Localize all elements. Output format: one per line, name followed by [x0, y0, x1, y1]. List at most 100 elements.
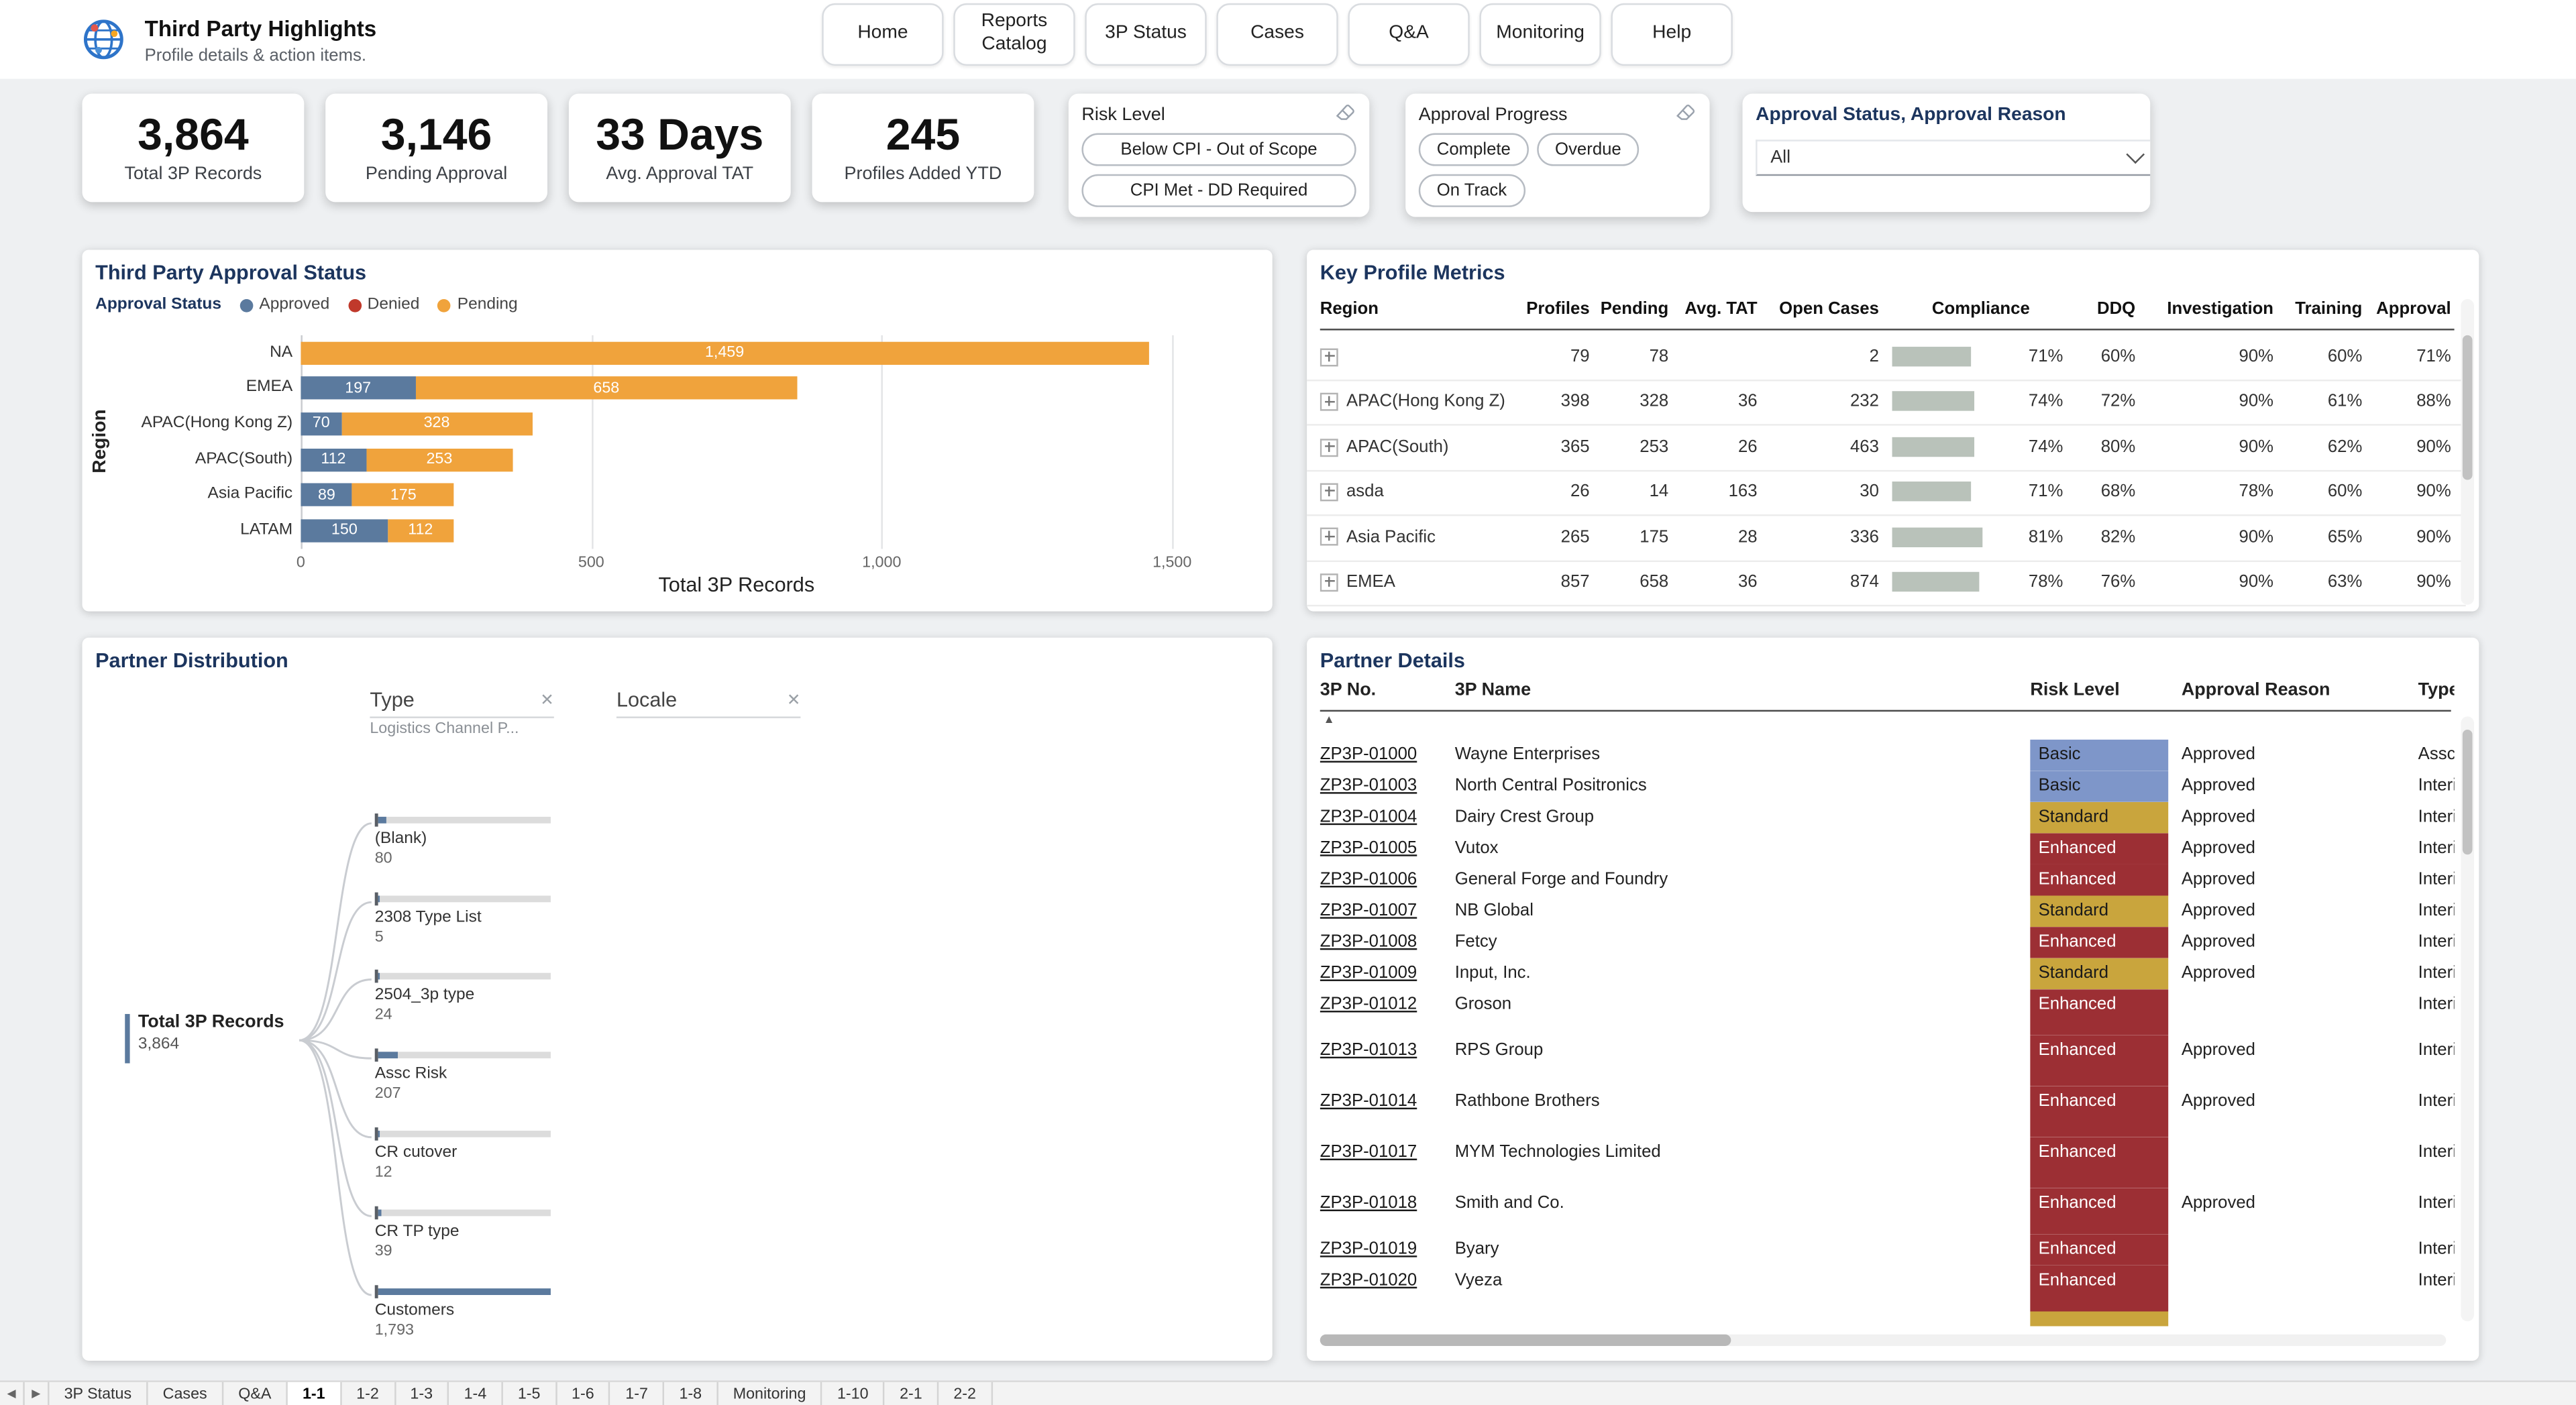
- tab-scroll-right-icon[interactable]: ▶: [25, 1382, 50, 1405]
- partner-id-link[interactable]: ZP3P-01007: [1320, 896, 1448, 920]
- risk-level-cell: Enhanced: [2030, 927, 2169, 958]
- bar-segment-pending[interactable]: 658: [415, 376, 798, 400]
- risk-level-cell: Standard: [2030, 958, 2169, 990]
- kpi-value: 33 Days: [596, 110, 764, 160]
- eraser-icon[interactable]: [1335, 100, 1356, 129]
- partner-id-link[interactable]: ZP3P-01003: [1320, 771, 1448, 795]
- filter-option-overdue[interactable]: Overdue: [1537, 133, 1640, 166]
- partner-id-link[interactable]: ZP3P-01009: [1320, 958, 1448, 982]
- cell-open_cases: 232: [1849, 392, 1879, 412]
- nav-button-q-a[interactable]: Q&A: [1348, 3, 1470, 66]
- expand-plus-icon[interactable]: [1320, 528, 1338, 547]
- bar-segment-pending[interactable]: 328: [341, 412, 533, 435]
- cell-investigation: 78%: [2239, 482, 2274, 502]
- partner-id-link[interactable]: ZP3P-01000: [1320, 740, 1448, 764]
- column-header-avg-tat[interactable]: Avg. TAT: [1675, 299, 1757, 319]
- bar-segment-pending[interactable]: 112: [388, 518, 453, 543]
- column-header-region[interactable]: Region: [1320, 299, 1517, 319]
- tree-node-2308-type-list[interactable]: 2308 Type List 5: [374, 892, 572, 946]
- partner-id-link[interactable]: ZP3P-01006: [1320, 864, 1448, 889]
- column-header-ddq[interactable]: DDQ: [2076, 299, 2135, 319]
- node-value: 24: [374, 1005, 392, 1024]
- partner-id-link[interactable]: ZP3P-01005: [1320, 833, 1448, 858]
- sheet-tab-1-3[interactable]: 1-3: [395, 1382, 449, 1405]
- nav-button-help[interactable]: Help: [1611, 3, 1733, 66]
- nav-button-home[interactable]: Home: [822, 3, 944, 66]
- column-header-risk-level[interactable]: Risk Level: [2030, 681, 2168, 700]
- partner-id-link[interactable]: ZP3P-01018: [1320, 1188, 1448, 1213]
- scrollbar-thumb[interactable]: [1320, 1334, 1731, 1346]
- bar-segment-approved[interactable]: 70: [301, 412, 342, 435]
- sheet-tab-2-1[interactable]: 2-1: [885, 1382, 939, 1405]
- approval-status-dropdown[interactable]: All: [1756, 139, 2151, 176]
- sheet-tab-1-10[interactable]: 1-10: [822, 1382, 885, 1405]
- sheet-tab-1-8[interactable]: 1-8: [664, 1382, 718, 1405]
- partner-id-link[interactable]: ZP3P-01004: [1320, 802, 1448, 826]
- column-header-pending[interactable]: Pending: [1596, 299, 1669, 319]
- sheet-tab-1-7[interactable]: 1-7: [610, 1382, 665, 1405]
- nav-button-monitoring[interactable]: Monitoring: [1479, 3, 1601, 66]
- sheet-tab-monitoring[interactable]: Monitoring: [718, 1382, 822, 1405]
- sheet-tab-1-5[interactable]: 1-5: [503, 1382, 557, 1405]
- column-header-approval-reason[interactable]: Approval Reason: [2182, 681, 2396, 700]
- bar-segment-pending[interactable]: 253: [366, 447, 513, 471]
- bar-segment-approved[interactable]: 112: [301, 447, 366, 471]
- tree-node-blank[interactable]: (Blank) 80: [374, 813, 572, 868]
- expand-plus-icon[interactable]: [1320, 438, 1338, 457]
- column-header-investigation[interactable]: Investigation: [2142, 299, 2273, 319]
- expand-plus-icon[interactable]: [1320, 573, 1338, 592]
- tree-node-customers[interactable]: Customers 1,793: [374, 1285, 572, 1339]
- tree-root-node[interactable]: Total 3P Records 3,864: [125, 1013, 284, 1064]
- partner-id-link[interactable]: ZP3P-01020: [1320, 1266, 1448, 1290]
- tree-node-assc-risk[interactable]: Assc Risk 207: [374, 1048, 572, 1103]
- tab-scroll-left-icon[interactable]: ◀: [0, 1382, 25, 1405]
- sheet-tab-1-2[interactable]: 1-2: [341, 1382, 396, 1405]
- sheet-tab-cases[interactable]: Cases: [148, 1382, 224, 1405]
- sheet-tab-2-2[interactable]: 2-2: [938, 1382, 993, 1405]
- sheet-tab-1-4[interactable]: 1-4: [449, 1382, 503, 1405]
- partner-type: Interi: [2418, 1040, 2455, 1060]
- sheet-tab-1-1[interactable]: 1-1: [287, 1382, 342, 1405]
- bar-segment-approved[interactable]: 150: [301, 518, 388, 543]
- sheet-tab-q-a[interactable]: Q&A: [223, 1382, 288, 1405]
- partner-id-link[interactable]: ZP3P-01017: [1320, 1137, 1448, 1162]
- column-header-approval[interactable]: Approval: [2369, 299, 2451, 319]
- partner-id-link[interactable]: ZP3P-01019: [1320, 1234, 1448, 1259]
- bar-segment-approved[interactable]: 89: [301, 483, 353, 507]
- filter-option-below-cpi-out-of-scope[interactable]: Below CPI - Out of Scope: [1081, 133, 1356, 166]
- nav-button-cases[interactable]: Cases: [1216, 3, 1338, 66]
- nav-button-3p-status[interactable]: 3P Status: [1085, 3, 1207, 66]
- partner-id-link[interactable]: ZP3P-01013: [1320, 1035, 1448, 1060]
- column-header-profiles[interactable]: Profiles: [1524, 299, 1589, 319]
- sort-ascending-icon[interactable]: ▲: [1324, 715, 1335, 726]
- column-header-open-cases[interactable]: Open Cases: [1764, 299, 1879, 319]
- expand-plus-icon[interactable]: [1320, 392, 1338, 411]
- scrollbar-thumb[interactable]: [2462, 335, 2473, 480]
- expand-plus-icon[interactable]: [1320, 347, 1338, 366]
- bar-segment-approved[interactable]: 197: [301, 376, 415, 400]
- table-row: ZP3P-01017 MYM Technologies Limited Enhanc…: [1307, 1137, 2466, 1188]
- risk-level-cell: Enhanced: [2030, 833, 2169, 864]
- partner-id-link[interactable]: ZP3P-01008: [1320, 927, 1448, 951]
- filter-option-on-track[interactable]: On Track: [1418, 174, 1525, 207]
- column-header-compliance[interactable]: Compliance: [1892, 299, 2070, 319]
- partner-id-link[interactable]: ZP3P-01012: [1320, 989, 1448, 1014]
- column-header-3p-name[interactable]: 3P Name: [1455, 681, 2014, 700]
- filter-option-cpi-met-dd-required[interactable]: CPI Met - DD Required: [1081, 174, 1356, 207]
- column-header-3p-no[interactable]: 3P No.: [1320, 681, 1448, 700]
- tree-node-cr-tp-type[interactable]: CR TP type 39: [374, 1206, 572, 1261]
- sheet-tab-3p-status[interactable]: 3P Status: [50, 1382, 148, 1405]
- column-header-training[interactable]: Training: [2280, 299, 2362, 319]
- eraser-icon[interactable]: [1675, 100, 1697, 129]
- nav-button-reports-catalog[interactable]: Reports Catalog: [953, 3, 1075, 66]
- expand-plus-icon[interactable]: [1320, 483, 1338, 502]
- tree-node-cr-cutover[interactable]: CR cutover 12: [374, 1127, 572, 1182]
- tree-node-2504-3p-type[interactable]: 2504_3p type 24: [374, 969, 572, 1024]
- filter-option-complete[interactable]: Complete: [1418, 133, 1529, 166]
- bar-segment-pending[interactable]: 175: [352, 483, 454, 507]
- bar-segment-pending[interactable]: 1,459: [301, 341, 1148, 364]
- scrollbar-thumb[interactable]: [2462, 730, 2473, 855]
- sheet-tab-1-6[interactable]: 1-6: [557, 1382, 611, 1405]
- column-header-type[interactable]: Type: [2418, 681, 2455, 700]
- partner-id-link[interactable]: ZP3P-01014: [1320, 1086, 1448, 1111]
